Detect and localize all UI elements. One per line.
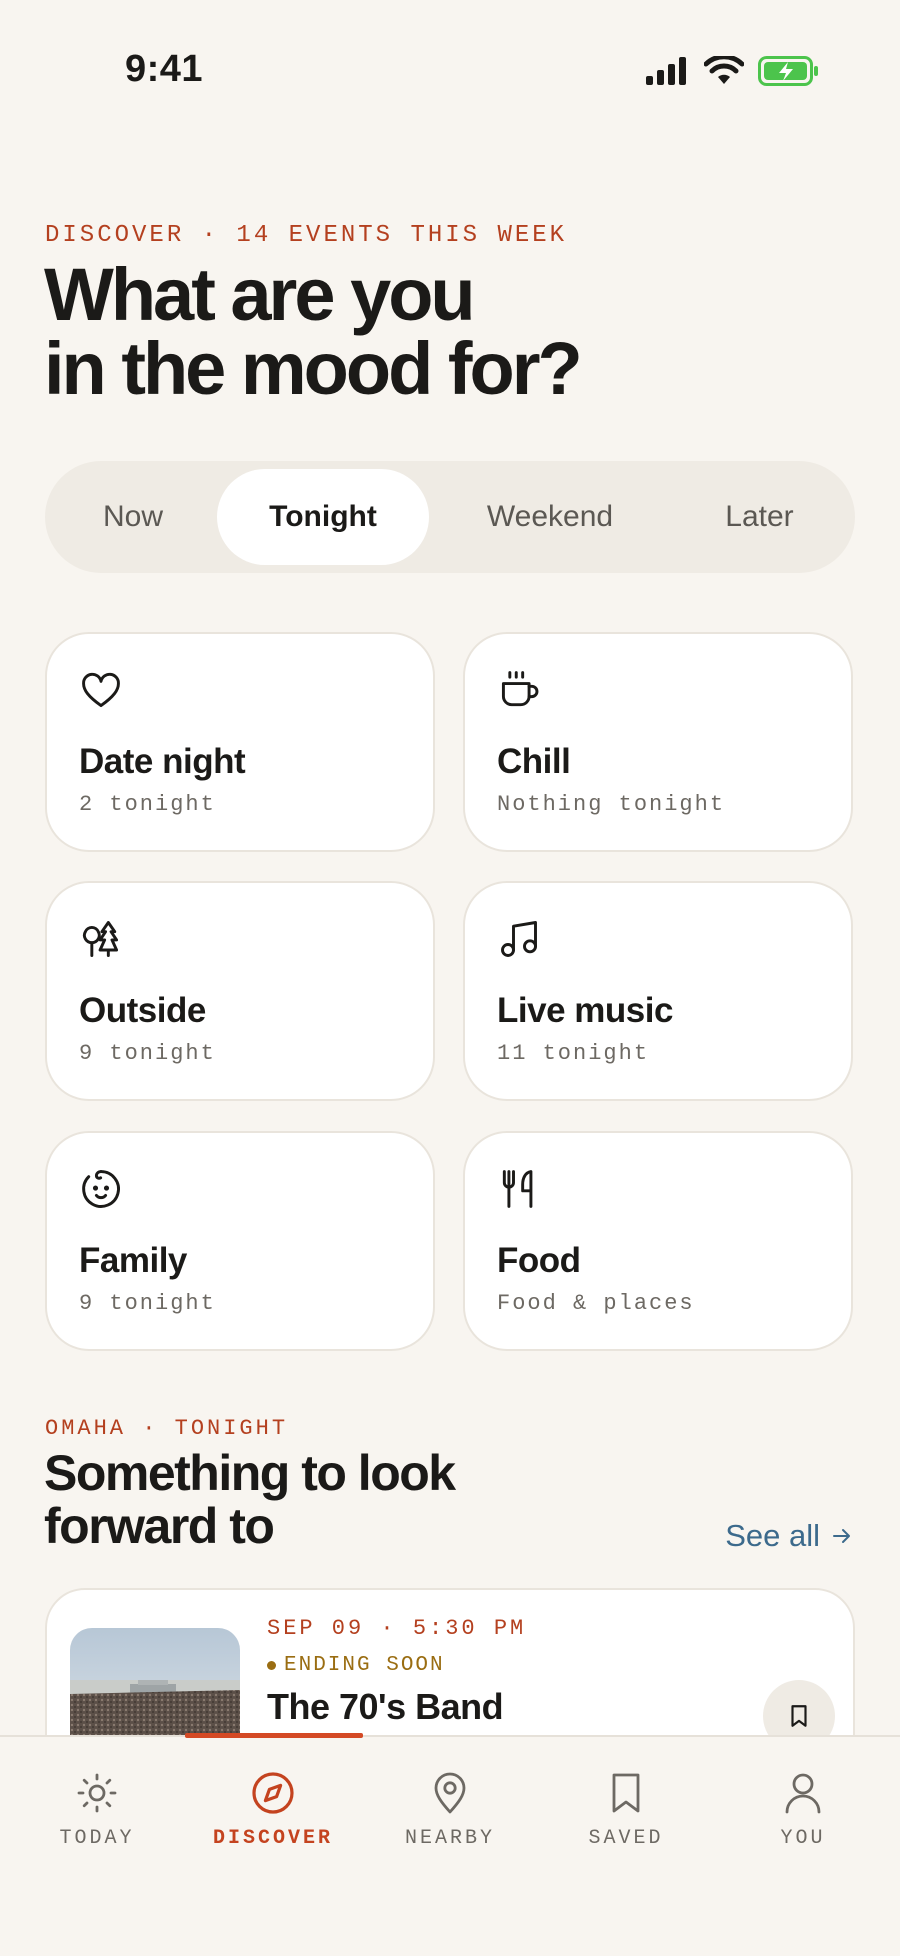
arrow-right-icon (833, 1529, 850, 1543)
trees-icon (82, 921, 119, 957)
mood-card-title: Chill (497, 742, 571, 781)
segment-now[interactable]: Now (53, 469, 213, 565)
nav-label: YOU (780, 1827, 826, 1850)
mood-card-date-night[interactable]: Date night 2 tonight (45, 632, 435, 852)
status-icons (646, 56, 820, 86)
mood-card-title: Live music (497, 991, 673, 1030)
mood-card-subtitle: 9 tonight (79, 1041, 216, 1066)
mood-card-title: Family (79, 1241, 187, 1280)
fork-knife-icon (502, 1170, 533, 1208)
mood-card-subtitle: 9 tonight (79, 1291, 216, 1316)
nav-tab-discover[interactable]: DISCOVER (193, 1769, 353, 1850)
mood-card-live-music[interactable]: Live music 11 tonight (463, 881, 853, 1101)
music-note-icon (501, 921, 537, 957)
baby-face-icon (82, 1170, 120, 1208)
mood-card-title: Food (497, 1241, 581, 1280)
ending-soon-badge: ENDING SOON (267, 1654, 445, 1677)
section-title-line-2: forward to (44, 1498, 275, 1554)
segment-tonight[interactable]: Tonight (217, 469, 429, 565)
mood-card-subtitle: 11 tonight (497, 1041, 650, 1066)
mood-card-subtitle: Food & places (497, 1291, 695, 1316)
event-name: The 70's Band (267, 1686, 504, 1727)
nav-tab-saved[interactable]: SAVED (546, 1769, 706, 1850)
segment-weekend[interactable]: Weekend (440, 469, 660, 565)
coffee-cup-icon (501, 671, 539, 707)
mood-card-title: Date night (79, 742, 246, 781)
battery-charging-icon (758, 56, 818, 86)
nav-tab-today[interactable]: TODAY (17, 1769, 177, 1850)
section-title: Something to look forward to (44, 1447, 604, 1553)
wifi-icon (704, 56, 744, 84)
status-bar: 9:41 (0, 0, 900, 150)
cellular-signal-icon (646, 57, 686, 85)
section-title-line-1: Something to look (44, 1445, 456, 1501)
event-date: SEP 09 · 5:30 PM (267, 1616, 527, 1641)
mood-card-chill[interactable]: Chill Nothing tonight (463, 632, 853, 852)
heart-icon (82, 672, 120, 708)
mood-card-title: Outside (79, 991, 206, 1030)
nav-tab-you[interactable]: YOU (723, 1769, 883, 1850)
mood-card-food[interactable]: Food Food & places (463, 1131, 853, 1351)
map-pin-icon (434, 1772, 466, 1814)
mood-card-subtitle: 2 tonight (79, 792, 216, 817)
user-icon (785, 1773, 821, 1814)
nav-tab-nearby[interactable]: NEARBY (370, 1769, 530, 1850)
segment-later[interactable]: Later (672, 469, 847, 565)
active-tab-indicator (185, 1733, 363, 1738)
ending-soon-label: ENDING SOON (284, 1654, 445, 1677)
mood-card-family[interactable]: Family 9 tonight (45, 1131, 435, 1351)
section-eyebrow: OMAHA · TONIGHT (45, 1416, 289, 1441)
page-title-line-1: What are you (44, 253, 476, 336)
bookmark-icon (791, 1705, 807, 1727)
page-title: What are you in the mood for? (44, 258, 804, 406)
discover-eyebrow: DISCOVER · 14 EVENTS THIS WEEK (45, 222, 568, 249)
mood-card-subtitle: Nothing tonight (497, 792, 726, 817)
sun-icon (77, 1773, 117, 1813)
compass-icon (252, 1772, 294, 1814)
nav-label: DISCOVER (212, 1827, 333, 1850)
bookmark-icon (612, 1773, 640, 1813)
see-all-link[interactable]: See all (725, 1518, 854, 1554)
nav-label: SAVED (588, 1827, 664, 1850)
nav-label: TODAY (59, 1827, 135, 1850)
see-all-label: See all (725, 1518, 820, 1553)
nav-label: NEARBY (404, 1827, 495, 1850)
mood-card-outside[interactable]: Outside 9 tonight (45, 881, 435, 1101)
status-dot (267, 1661, 276, 1670)
page-title-line-2: in the mood for? (44, 327, 583, 410)
bottom-navigation: TODAY DISCOVER NEARBY SAVED YOU (0, 1733, 900, 1956)
time-filter-segmented-control: Now Tonight Weekend Later (45, 461, 855, 573)
status-time: 9:41 (125, 48, 204, 90)
